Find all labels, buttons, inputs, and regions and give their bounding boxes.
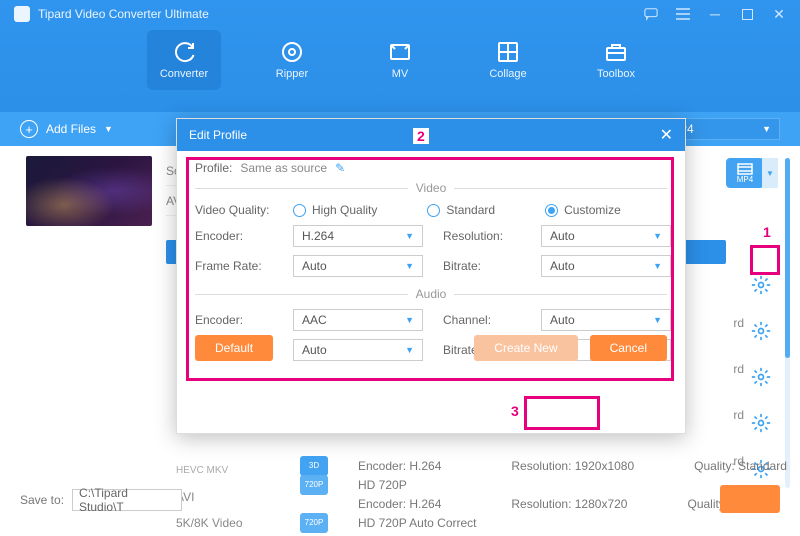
title-text: HD 720P — [358, 478, 407, 492]
format-icon: 720P — [300, 475, 328, 495]
ripper-icon — [280, 40, 304, 64]
nav-label: MV — [392, 68, 409, 80]
settings-gear-button[interactable] — [750, 320, 772, 342]
toolbox-icon — [604, 40, 628, 64]
close-icon[interactable]: ✕ — [772, 7, 786, 21]
save-to-label: Save to: — [20, 493, 64, 507]
nav-toolbox[interactable]: Toolbox — [579, 30, 653, 90]
add-files-label: Add Files — [46, 122, 96, 136]
convert-button[interactable] — [720, 485, 780, 513]
menu-icon[interactable] — [676, 7, 690, 21]
app-logo — [14, 6, 30, 22]
format-dropdown[interactable]: ▼ — [762, 158, 778, 188]
maximize-icon[interactable] — [740, 7, 754, 21]
quality-text: Quality: Standard — [694, 459, 787, 473]
settings-gear-button[interactable] — [750, 366, 772, 388]
video-thumbnail[interactable] — [26, 156, 152, 226]
quality-text: rd — [733, 358, 744, 380]
converter-icon — [172, 40, 196, 64]
quality-text: rd — [733, 312, 744, 334]
category-item[interactable]: AVI — [166, 484, 286, 510]
callout-1: 1 — [750, 245, 780, 275]
format-icon: 720P — [300, 513, 328, 533]
dialog-title: Edit Profile — [189, 128, 247, 142]
callout-2: 2 — [186, 157, 674, 381]
feedback-icon[interactable] — [644, 7, 658, 21]
close-icon[interactable]: ✕ — [660, 125, 673, 145]
mv-icon — [388, 40, 412, 64]
format-text: MP4 — [737, 175, 753, 184]
format-icon: 3D — [300, 456, 328, 476]
title-text: HD 720P Auto Correct — [358, 516, 477, 530]
add-files-button[interactable]: + Add Files ▼ — [20, 120, 113, 138]
nav-converter[interactable]: Converter — [147, 30, 221, 90]
film-icon — [737, 163, 753, 175]
nav-label: Ripper — [276, 68, 308, 80]
nav-label: Converter — [160, 68, 208, 80]
nav-label: Collage — [489, 68, 526, 80]
resolution-text: Resolution: 1280x720 — [511, 497, 627, 511]
nav-collage[interactable]: Collage — [471, 30, 545, 90]
scrollbar[interactable] — [785, 158, 790, 488]
chevron-down-icon: ▼ — [104, 124, 113, 134]
plus-icon: + — [20, 120, 38, 138]
category-item[interactable]: 5K/8K Video — [166, 510, 286, 536]
encoder-text: Encoder: H.264 — [358, 497, 441, 511]
resolution-text: Resolution: 1920x1080 — [511, 459, 634, 473]
category-item[interactable]: HEVC MKV — [166, 458, 286, 484]
settings-gear-button[interactable] — [750, 412, 772, 434]
quality-text: rd — [733, 404, 744, 426]
encoder-text: Encoder: H.264 — [358, 459, 441, 473]
chevron-down-icon: ▼ — [762, 124, 771, 134]
nav-ripper[interactable]: Ripper — [255, 30, 329, 90]
output-format-badge[interactable]: MP4 — [726, 158, 764, 188]
nav-mv[interactable]: MV — [363, 30, 437, 90]
callout-3: 3 — [524, 396, 600, 430]
app-title: Tipard Video Converter Ultimate — [38, 7, 209, 21]
save-to-input[interactable]: C:\Tipard Studio\T — [72, 489, 182, 511]
minimize-icon[interactable]: ─ — [708, 7, 722, 21]
settings-gear-button[interactable] — [750, 274, 772, 296]
nav-label: Toolbox — [597, 68, 635, 80]
collage-icon — [496, 40, 520, 64]
